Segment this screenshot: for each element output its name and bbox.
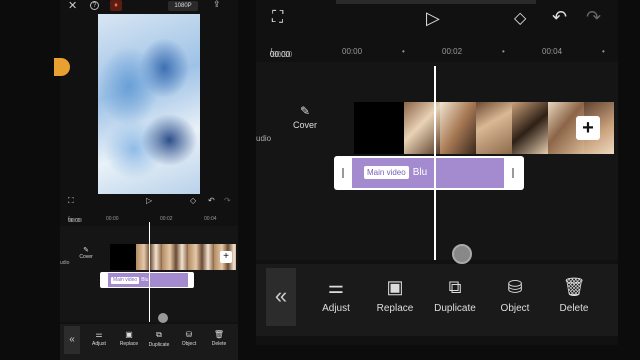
ruler-dot: • bbox=[402, 47, 405, 56]
cover-label: Cover bbox=[79, 254, 93, 260]
editor-screen: ✕ ? ♦ 1080P ⇪ ⛶ ▷ ◇ ↶ ↷ 00:00 / 00:20 00… bbox=[0, 0, 640, 360]
clip-trim-handle-right[interactable] bbox=[512, 168, 514, 178]
preview-edge bbox=[336, 0, 536, 4]
audio-label: udio bbox=[256, 134, 272, 143]
right-timeline: udio ✎ Cover + Main video Blu bbox=[256, 62, 618, 260]
redo-icon[interactable]: ↷ bbox=[224, 196, 231, 205]
right-phone-screen: ⛶ ▷ ◇ ↶ ↷ 00:00 / 00:20 00:00 • 00:02 • … bbox=[256, 0, 618, 345]
fire-icon[interactable]: ♦ bbox=[110, 0, 122, 11]
duplicate-button[interactable]: ⧉ Duplicate bbox=[144, 330, 174, 348]
tool-label: Object bbox=[181, 341, 197, 347]
play-icon[interactable]: ▷ bbox=[426, 8, 440, 29]
ruler-tick: 00:04 bbox=[204, 216, 217, 222]
tool-label: Duplicate bbox=[148, 342, 170, 348]
film-frame bbox=[440, 102, 476, 154]
overlay-clip[interactable]: Main video Blu bbox=[334, 156, 524, 190]
audio-label: udio bbox=[60, 260, 70, 266]
tool-label: Adjust bbox=[322, 303, 350, 314]
keyframe-icon[interactable]: ◇ bbox=[190, 196, 196, 205]
left-bottom-toolbar: « ⚌ Adjust ▣ Replace ⧉ Duplicate ⛁ Object 🗑 D… bbox=[60, 324, 238, 360]
play-icon[interactable]: ▷ bbox=[146, 196, 152, 205]
undo-icon[interactable]: ↶ bbox=[552, 7, 567, 28]
overlay-clip[interactable]: Main video Blu bbox=[100, 272, 194, 288]
adjust-button[interactable]: ⚌ Adjust bbox=[84, 330, 114, 347]
ruler-tick: 00:00 bbox=[106, 216, 119, 222]
clip-tag: Main video bbox=[364, 166, 409, 179]
object-icon: ⛁ bbox=[185, 330, 193, 339]
film-frame bbox=[476, 102, 512, 154]
delete-button[interactable]: 🗑 Delete bbox=[544, 276, 604, 314]
left-top-bar: ✕ ? ♦ 1080P ⇪ bbox=[60, 0, 238, 12]
close-icon[interactable]: ✕ bbox=[68, 0, 77, 12]
export-icon[interactable]: ⇪ bbox=[213, 0, 221, 10]
overlay-clip-body: Main video Blu bbox=[352, 158, 504, 188]
sliders-icon: ⚌ bbox=[95, 330, 103, 339]
resolution-button[interactable]: 1080P bbox=[168, 1, 198, 11]
object-button[interactable]: ⛁ Object bbox=[485, 276, 545, 314]
cover-button[interactable]: ✎ Cover bbox=[75, 246, 97, 268]
replace-button[interactable]: ▣ Replace bbox=[114, 330, 144, 347]
help-icon[interactable]: ? bbox=[90, 1, 99, 10]
tool-label: Delete bbox=[559, 303, 589, 314]
ruler-tick: 00:02 bbox=[442, 47, 463, 56]
object-icon: ⛁ bbox=[507, 277, 523, 297]
total-time: 00:20 bbox=[272, 50, 293, 59]
replace-icon: ▣ bbox=[125, 330, 133, 339]
replace-button[interactable]: ▣ Replace bbox=[365, 276, 425, 314]
keyframe-icon[interactable]: ◇ bbox=[514, 8, 526, 28]
tool-label: Duplicate bbox=[434, 303, 476, 314]
ruler-dot: • bbox=[502, 47, 505, 56]
playhead[interactable] bbox=[434, 66, 436, 260]
duplicate-icon: ⧉ bbox=[448, 277, 462, 297]
sliders-icon: ⚌ bbox=[327, 277, 345, 297]
ruler-tick: 00:02 bbox=[160, 216, 173, 222]
replace-icon: ▣ bbox=[386, 277, 404, 297]
black-clip[interactable] bbox=[354, 102, 404, 154]
film-frame bbox=[512, 102, 548, 154]
clip-text: Blu bbox=[141, 277, 149, 283]
ruler-dot: • bbox=[602, 47, 605, 56]
fullscreen-icon[interactable]: ⛶ bbox=[272, 9, 283, 27]
delete-button[interactable]: 🗑 Delete bbox=[204, 330, 234, 347]
clip-trim-handle-left[interactable] bbox=[342, 168, 344, 178]
cover-button[interactable]: ✎ Cover bbox=[280, 104, 330, 144]
back-button[interactable]: « bbox=[64, 326, 80, 354]
drag-handle[interactable] bbox=[158, 313, 168, 323]
add-clip-button[interactable]: + bbox=[576, 116, 600, 140]
black-clip[interactable] bbox=[110, 244, 136, 270]
ruler-tick: 00:04 bbox=[542, 47, 563, 56]
back-button[interactable]: « bbox=[266, 268, 296, 326]
undo-icon[interactable]: ↶ bbox=[208, 196, 215, 205]
clip-tag: Main video bbox=[111, 277, 140, 284]
pencil-icon: ✎ bbox=[83, 247, 89, 254]
fullscreen-icon[interactable]: ⛶ bbox=[68, 196, 74, 206]
overlay-clip-body: Main video Blu bbox=[108, 273, 188, 287]
video-preview bbox=[98, 14, 200, 194]
drag-handle[interactable] bbox=[452, 244, 472, 264]
add-clip-button[interactable]: + bbox=[220, 251, 232, 263]
adjust-button[interactable]: ⚌ Adjust bbox=[306, 276, 366, 314]
ruler-tick: 00:00 bbox=[342, 47, 363, 56]
duplicate-icon: ⧉ bbox=[156, 330, 162, 339]
duplicate-button[interactable]: ⧉ Duplicate bbox=[425, 276, 485, 314]
tool-label: Object bbox=[500, 303, 530, 314]
trash-icon: 🗑 bbox=[213, 330, 225, 339]
tool-label: Replace bbox=[119, 341, 139, 347]
total-time: 00:20 bbox=[69, 218, 82, 224]
trash-icon: 🗑 bbox=[562, 277, 586, 297]
right-bottom-toolbar: « ⚌ Adjust ▣ Replace ⧉ Duplicate ⛁ Object 🗑 D… bbox=[256, 264, 618, 336]
playhead[interactable] bbox=[149, 222, 150, 322]
left-phone-screen: ✕ ? ♦ 1080P ⇪ ⛶ ▷ ◇ ↶ ↷ 00:00 / 00:20 00… bbox=[60, 0, 238, 360]
cover-label: Cover bbox=[292, 120, 317, 130]
clip-text: Blu bbox=[412, 167, 428, 178]
tool-label: Adjust bbox=[92, 341, 106, 347]
tool-label: Replace bbox=[376, 303, 414, 314]
redo-icon[interactable]: ↷ bbox=[586, 7, 601, 28]
left-playback-controls: ⛶ ▷ ◇ ↶ ↷ bbox=[60, 196, 238, 210]
tool-label: Delete bbox=[211, 341, 227, 347]
pencil-icon: ✎ bbox=[299, 104, 311, 118]
right-time-ruler: 00:00 / 00:20 00:00 • 00:02 • 00:04 • bbox=[270, 47, 605, 59]
object-button[interactable]: ⛁ Object bbox=[174, 330, 204, 347]
